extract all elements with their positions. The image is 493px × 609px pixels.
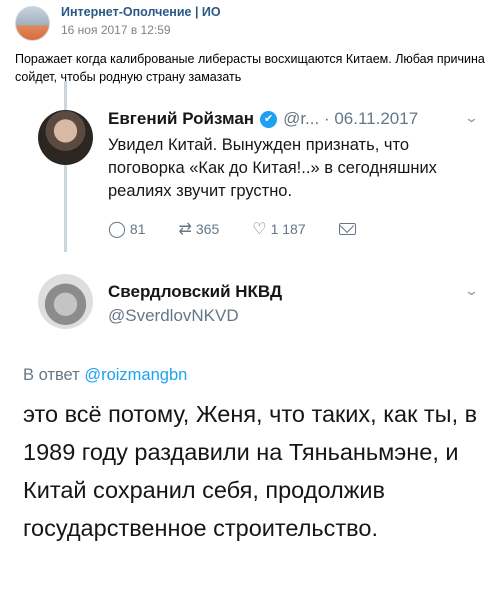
tweet2-text: это всё потому, Женя, что таких, как ты,… <box>23 401 478 541</box>
like-button[interactable]: ♡ 1 187 <box>252 219 305 239</box>
tweet1-actions: ◯ 81 ⇄ 365 ♡ 1 187 <box>108 219 389 239</box>
reply-to-label: В ответ <box>23 366 80 384</box>
post-text: Поражает когда калиброваные либерасты во… <box>15 52 485 84</box>
tweet1-handle-date[interactable]: @r... · 06.11.2017 <box>283 108 418 130</box>
retweet-button[interactable]: ⇄ 365 <box>178 219 219 239</box>
mail-icon <box>338 223 356 235</box>
reply-count: 81 <box>129 221 146 237</box>
reply-icon: ◯ <box>108 221 126 238</box>
screenshot: Интернет-Ополчение | ИО 16 ноя 2017 в 12… <box>0 0 493 609</box>
group-name-link[interactable]: Интернет-Ополчение | ИО <box>61 4 221 20</box>
post-header: Интернет-Ополчение | ИО 16 ноя 2017 в 12… <box>15 2 221 42</box>
tweet2-chevron-down-icon[interactable]: ⌄ <box>464 283 479 299</box>
like-count: 1 187 <box>270 221 306 237</box>
group-avatar[interactable] <box>15 6 50 41</box>
like-icon: ♡ <box>252 221 267 238</box>
verified-icon: ✔ <box>260 110 278 128</box>
reply-to-handle-link[interactable]: @roizmangbn <box>84 366 187 384</box>
retweet-count: 365 <box>195 221 220 237</box>
post-date-link[interactable]: 16 ноя 2017 в 12:59 <box>61 22 221 38</box>
reply-button[interactable]: ◯ 81 <box>108 219 145 239</box>
post-meta: Интернет-Ополчение | ИО 16 ноя 2017 в 12… <box>61 4 221 38</box>
reply-to-line: В ответ @roizmangbn <box>23 364 187 386</box>
tweet1-name[interactable]: Евгений Ройзман <box>108 108 254 130</box>
tweet1-header: Евгений Ройзман ✔ @r... · 06.11.2017 <box>108 108 418 130</box>
thread-line <box>64 81 67 252</box>
tweet1-chevron-down-icon[interactable]: ⌄ <box>464 110 479 126</box>
message-button[interactable] <box>338 223 356 235</box>
tweet2-name[interactable]: Свердловский НКВД <box>108 281 282 303</box>
tweet2-handle[interactable]: @SverdlovNKVD <box>108 305 239 327</box>
tweet2-avatar[interactable] <box>38 274 93 329</box>
tweet1-avatar[interactable] <box>38 110 93 165</box>
retweet-icon: ⇄ <box>178 221 192 238</box>
tweet1-text: Увидел Китай. Вынужден признать, что пог… <box>108 136 437 200</box>
